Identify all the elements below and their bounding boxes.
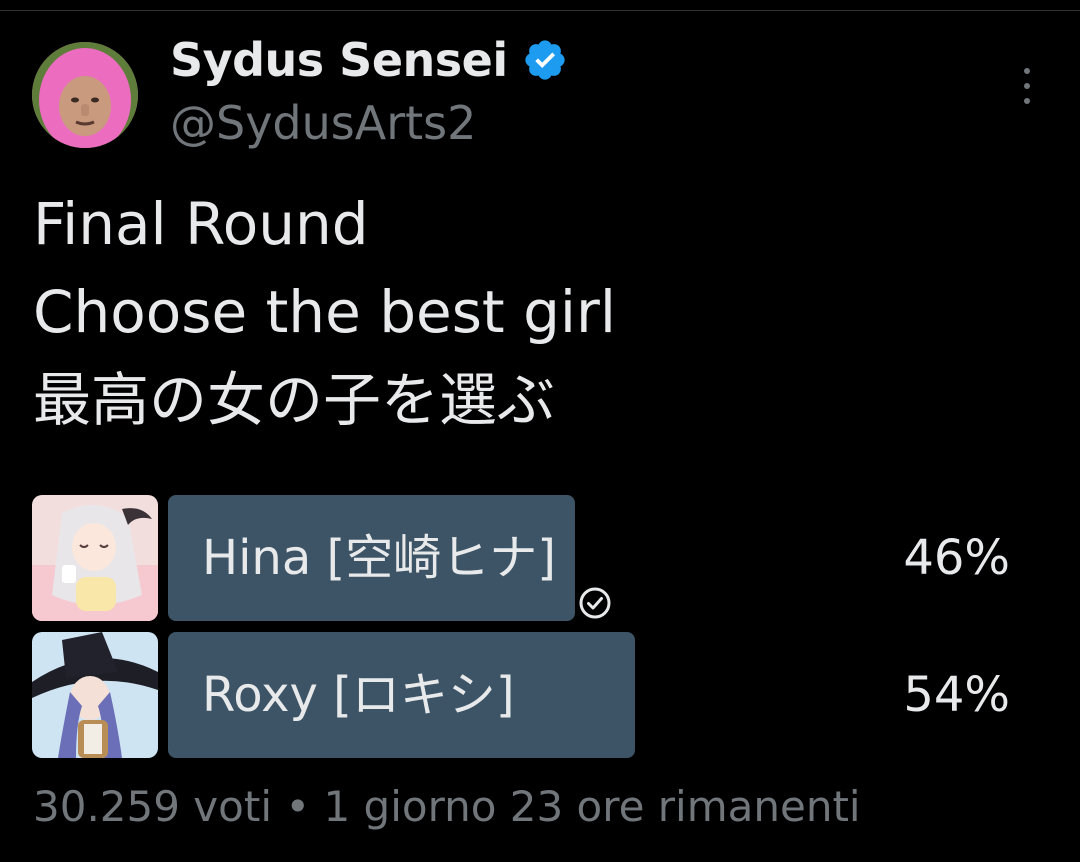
voted-check-icon (578, 541, 612, 619)
poll-label-roxy: Roxy [ロキシ] (202, 632, 515, 758)
poll-percent-roxy: 54% (903, 667, 1010, 723)
tweet-line: 最高の女の子を選ぶ (33, 366, 556, 434)
tweet-text: Final Round Choose the best girl 最高の女の子を… (33, 180, 616, 444)
verified-badge-icon (522, 37, 568, 83)
poll-percent-hina: 46% (903, 530, 1010, 586)
tweet-line: Choose the best girl (33, 278, 616, 346)
poll-footer: 30.259 voti • 1 giorno 23 ore rimanenti (33, 782, 861, 831)
author-handle[interactable]: @SydusArts2 (170, 96, 476, 150)
more-options-icon[interactable] (1012, 66, 1042, 106)
poll-option-roxy[interactable]: Roxy [ロキシ] 54% (32, 632, 1022, 758)
roxy-thumbnail-icon (32, 632, 158, 758)
poll-option-hina[interactable]: Hina [空崎ヒナ] 46% (32, 495, 1022, 621)
author-name-row[interactable]: Sydus Sensei (170, 30, 568, 90)
tweet-line: Final Round (33, 190, 369, 258)
poll-label-hina: Hina [空崎ヒナ] (202, 495, 612, 621)
top-divider (0, 10, 1080, 11)
hina-thumbnail-icon (32, 495, 158, 621)
author-display-name[interactable]: Sydus Sensei (170, 33, 508, 87)
author-avatar[interactable] (32, 42, 138, 148)
poll-option-label: Roxy [ロキシ] (202, 667, 515, 723)
poll-option-label: Hina [空崎ヒナ] (202, 530, 556, 586)
